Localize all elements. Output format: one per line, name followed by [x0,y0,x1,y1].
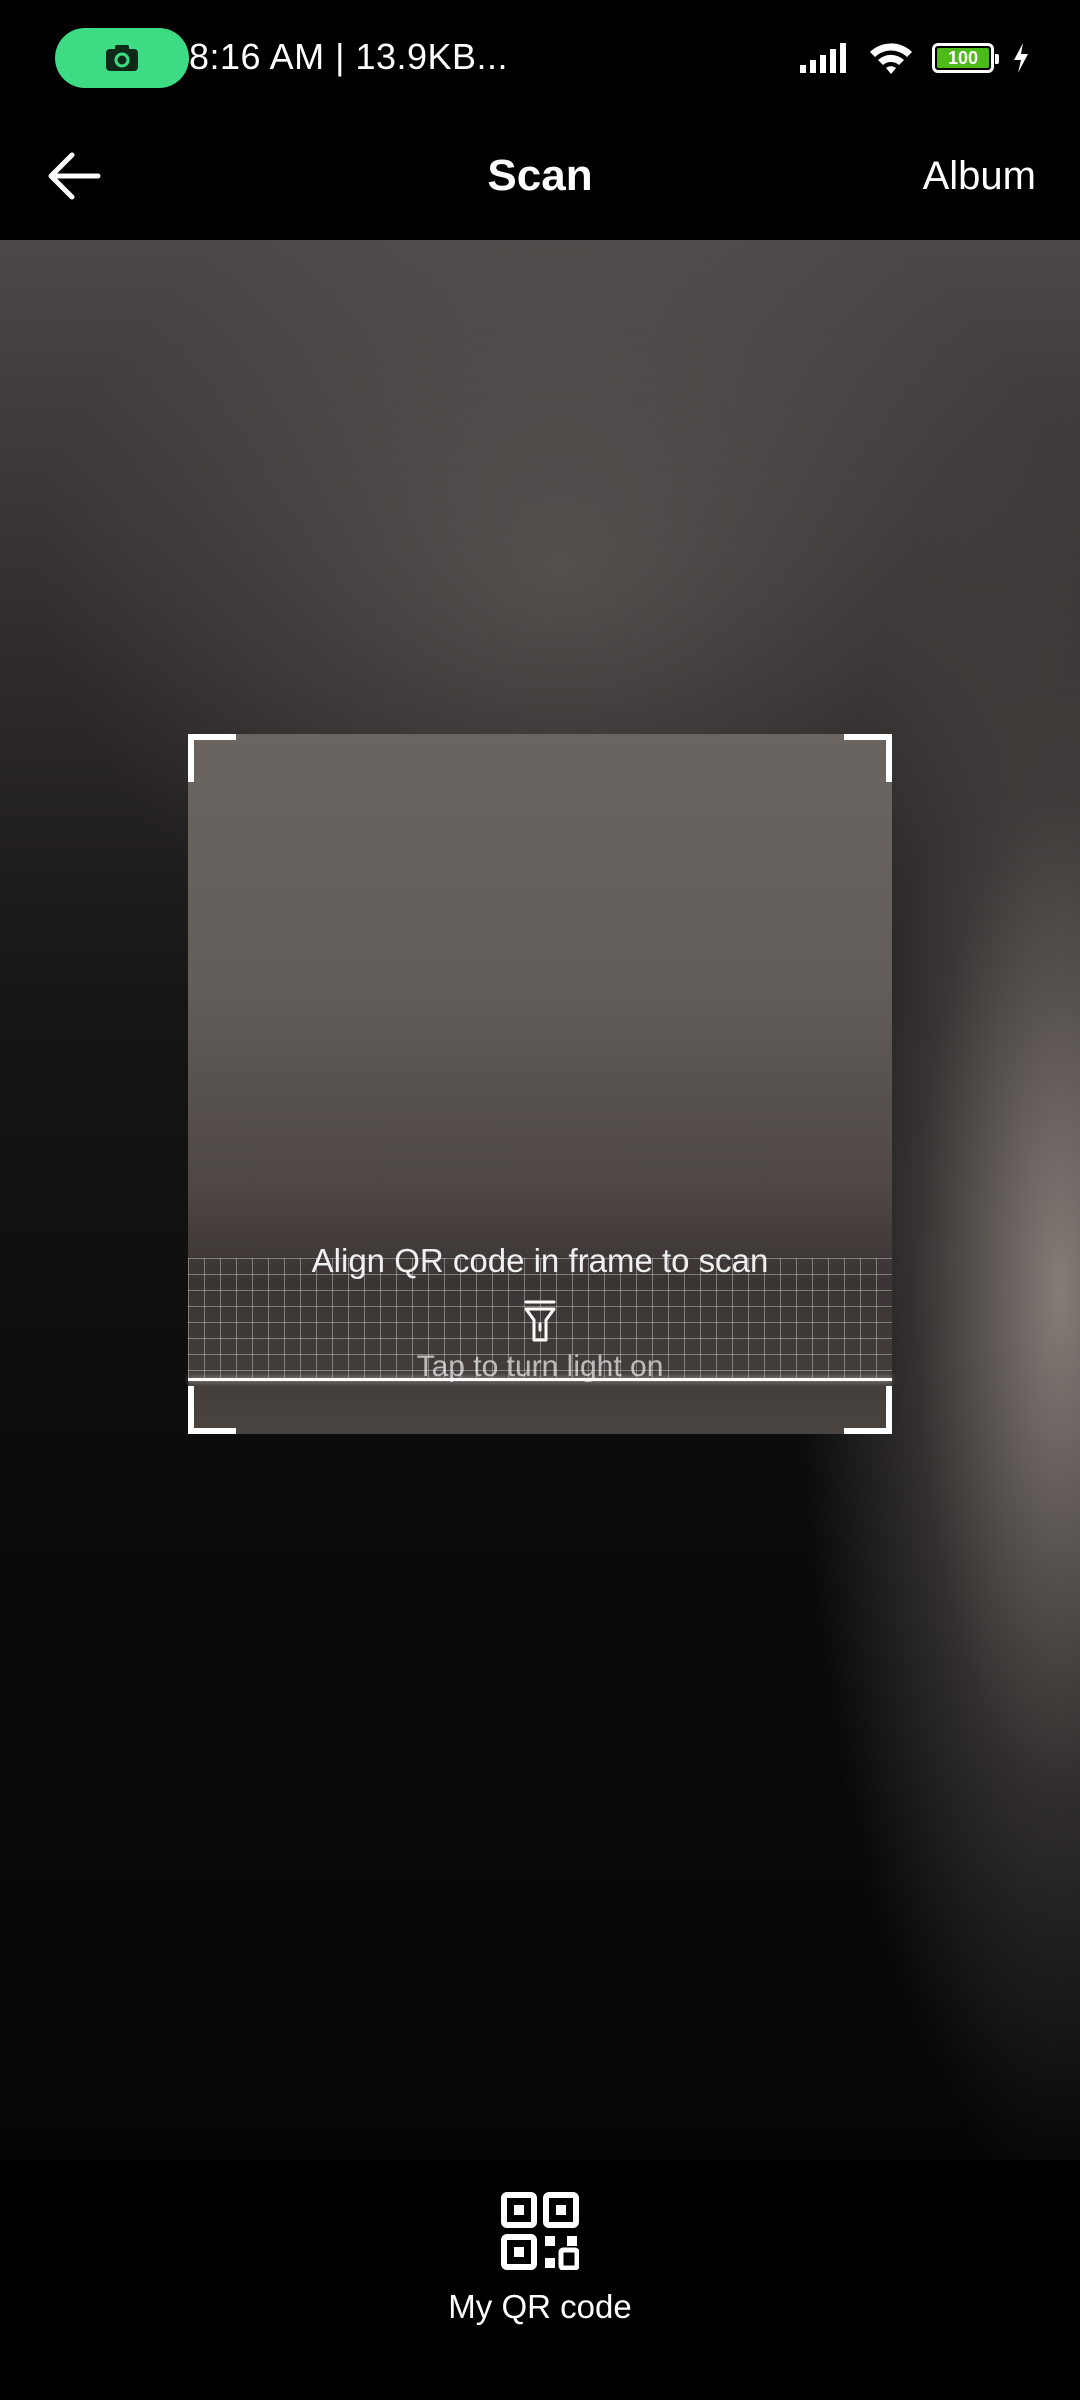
camera-viewfinder: Tap to turn light on Align QR code in fr… [0,240,1080,2160]
bottom-bar: My QR code [0,2160,1080,2400]
qr-code-icon [501,2192,579,2270]
signal-icon [800,43,846,73]
status-icons: 100 [800,36,1030,80]
camera-record-icon [106,45,138,71]
frame-corner-top-right [844,734,892,782]
top-bar: Scan Album [0,116,1080,240]
status-bar: 8:16 AM | 13.9KB... 100 [0,0,1080,116]
wifi-icon [870,43,912,74]
scan-screen: 8:16 AM | 13.9KB... 100 Scan Album Tap t… [0,0,1080,2400]
flashlight-icon[interactable] [520,1300,560,1342]
battery-level: 100 [937,48,989,68]
my-qr-code-button[interactable]: My QR code [390,2192,690,2372]
status-time: 8:16 AM | 13.9KB... [189,36,509,77]
frame-corner-top-left [188,734,236,782]
page-title: Scan [487,151,593,200]
scan-hint-text: Align QR code in frame to scan [311,1242,769,1279]
screen-record-pill[interactable] [55,28,189,88]
frame-corner-bottom-right [844,1386,892,1434]
battery-icon: 100 [932,43,999,73]
charging-icon [1014,43,1028,73]
turn-light-on-label[interactable]: Tap to turn light on [188,1350,892,1384]
scan-frame: Tap to turn light on [188,734,892,1434]
frame-corner-bottom-left [188,1386,236,1434]
my-qr-code-label: My QR code [448,2288,632,2325]
album-button[interactable]: Album [923,140,1036,212]
